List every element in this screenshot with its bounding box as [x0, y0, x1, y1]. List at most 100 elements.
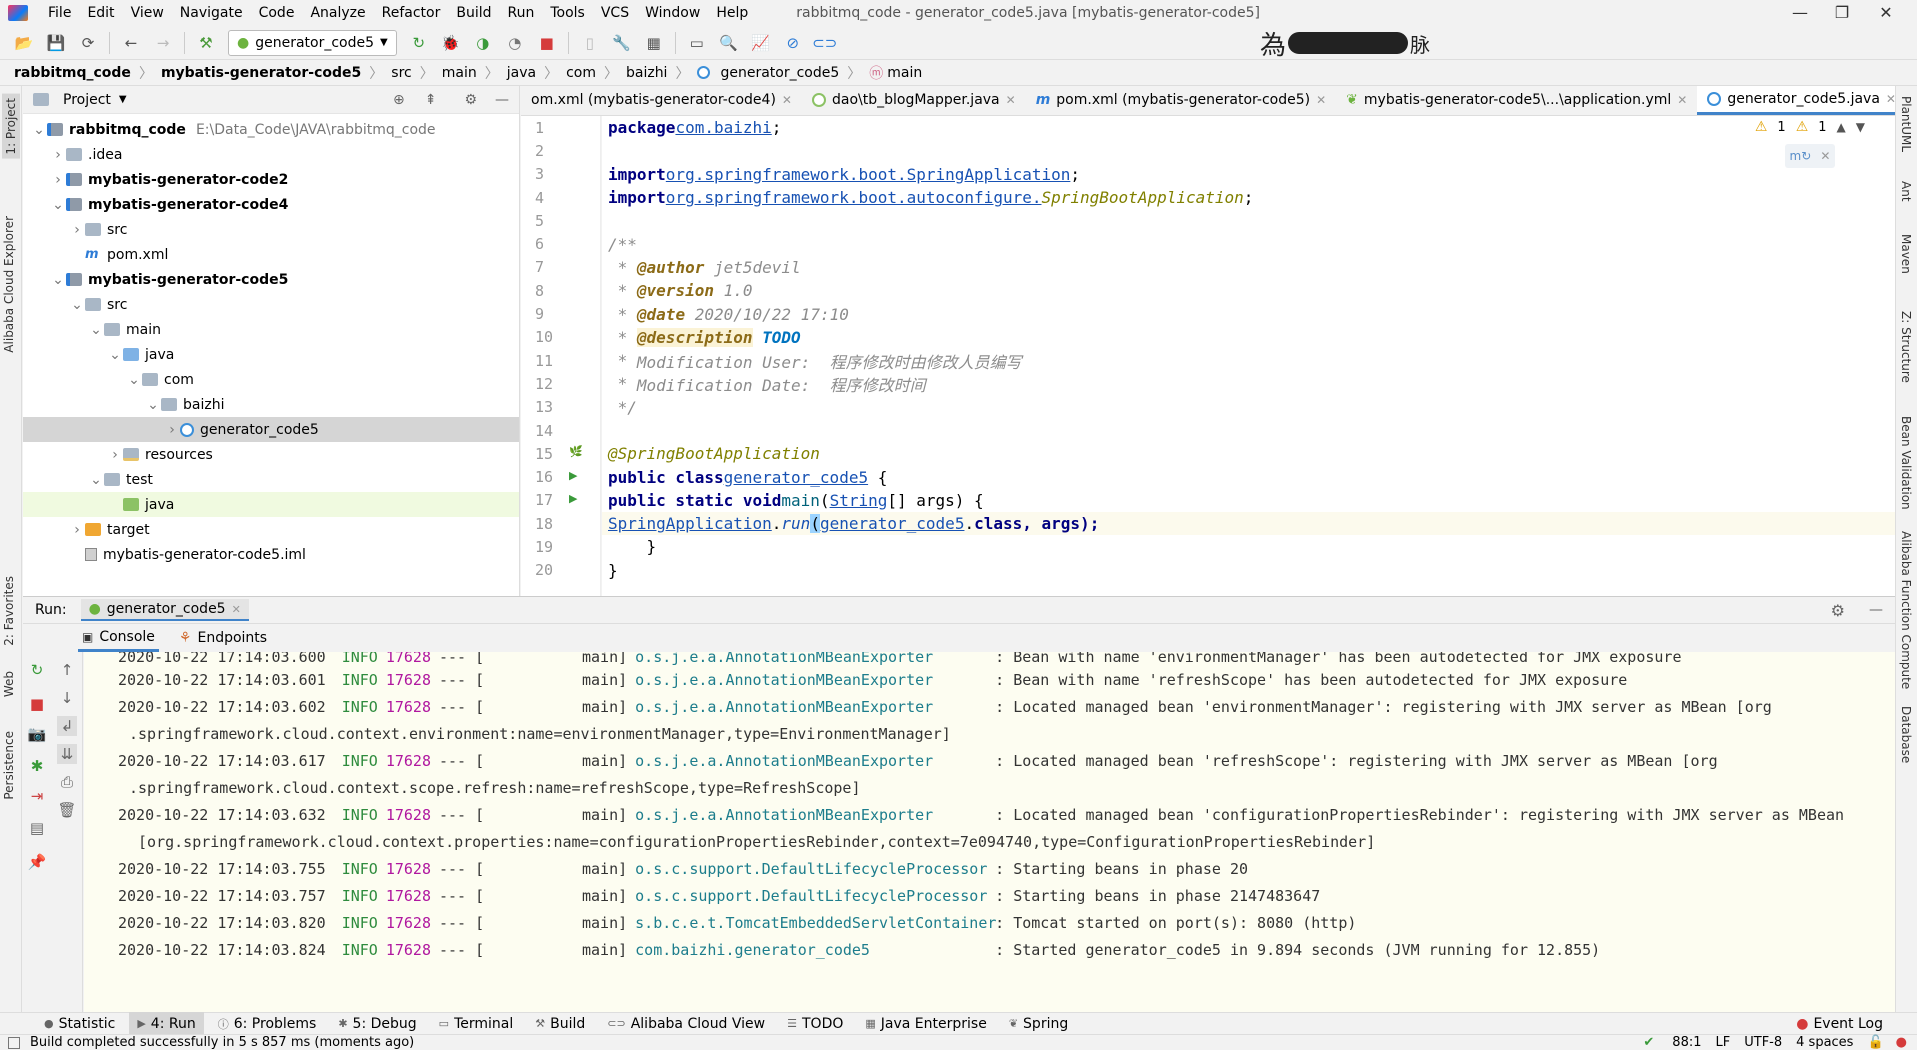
status-square-icon[interactable]: [8, 1036, 20, 1049]
menu-window[interactable]: Window: [637, 5, 708, 21]
breadcrumb-item[interactable]: ⓜ main: [869, 63, 922, 83]
log-logger[interactable]: o.s.j.e.a.AnnotationMBeanExporter: [635, 652, 995, 666]
save-icon[interactable]: 💾: [45, 32, 67, 54]
chevron-down-icon[interactable]: ⌄: [145, 397, 161, 413]
coverage-icon[interactable]: ◑: [472, 32, 494, 54]
soft-wrap-icon[interactable]: ↲: [57, 716, 77, 736]
bottom-tab-debug[interactable]: ✱ 5: Debug: [330, 1012, 424, 1036]
log-logger[interactable]: o.s.j.e.a.AnnotationMBeanExporter: [635, 752, 995, 770]
open-folder-icon[interactable]: 📂: [13, 32, 35, 54]
chevron-down-icon[interactable]: ⌄: [50, 197, 66, 213]
import-path[interactable]: org.springframework.boot.autoconfigure.: [666, 188, 1042, 207]
tool-window-maven[interactable]: Maven: [1899, 234, 1913, 274]
tool-window-project[interactable]: 1: Project: [2, 94, 20, 159]
locate-icon[interactable]: ⊕: [393, 92, 405, 108]
menu-vcs[interactable]: VCS: [593, 5, 637, 21]
tool-window-bean-validation[interactable]: Bean Validation: [1899, 416, 1913, 510]
breadcrumb-item[interactable]: generator_code5: [697, 65, 839, 81]
chevron-right-icon[interactable]: ›: [164, 422, 180, 438]
close-icon[interactable]: ✕: [1866, 3, 1906, 22]
log-logger[interactable]: o.s.c.support.DefaultLifecycleProcessor: [635, 887, 995, 905]
tree-item[interactable]: › target: [23, 517, 519, 542]
error-icon[interactable]: ●: [1896, 1035, 1907, 1050]
log-logger[interactable]: o.s.j.e.a.AnnotationMBeanExporter: [635, 698, 995, 716]
collapse-all-icon[interactable]: ⇞: [425, 92, 437, 108]
layout-icon[interactable]: ▤: [27, 818, 47, 838]
close-icon[interactable]: ✕: [1006, 93, 1016, 107]
chevron-down-icon[interactable]: ▼: [1856, 120, 1865, 134]
close-icon[interactable]: ✕: [1316, 93, 1326, 107]
close-icon[interactable]: ✕: [232, 603, 241, 616]
chevron-down-icon[interactable]: ⌄: [31, 122, 47, 138]
chevron-right-icon[interactable]: ›: [50, 147, 66, 163]
tree-item[interactable]: m pom.xml: [23, 242, 519, 267]
menu-refactor[interactable]: Refactor: [374, 5, 449, 21]
gear-icon[interactable]: ⚙: [1831, 601, 1845, 620]
bottom-tab-spring[interactable]: ❦ Spring: [1001, 1012, 1076, 1036]
close-icon[interactable]: ✕: [782, 93, 792, 107]
log-logger[interactable]: com.baizhi.generator_code5: [635, 941, 995, 959]
debug-icon[interactable]: 🐞: [440, 32, 462, 54]
breadcrumb-item[interactable]: baizhi: [626, 65, 667, 81]
scroll-to-end-icon[interactable]: ⇊: [57, 744, 77, 764]
minimize-icon[interactable]: —: [1780, 3, 1820, 22]
tree-item[interactable]: ⌄ mybatis-generator-code5: [23, 267, 519, 292]
rerun-icon[interactable]: ↻: [27, 660, 47, 680]
chevron-right-icon[interactable]: ›: [50, 172, 66, 188]
event-log-button[interactable]: ● Event Log: [1788, 1012, 1891, 1036]
tree-item[interactable]: ⌄ rabbitmq_code E:\Data_Code\JAVA\rabbitmq…: [23, 117, 519, 142]
tool-window-plantuml[interactable]: PlantUML: [1899, 96, 1913, 152]
close-icon[interactable]: ✕: [1820, 149, 1830, 163]
stop-icon[interactable]: ■: [536, 32, 558, 54]
breadcrumb-item[interactable]: src: [391, 65, 411, 81]
terminal-icon[interactable]: ▭: [686, 32, 708, 54]
tree-item[interactable]: › src: [23, 217, 519, 242]
menu-file[interactable]: File: [40, 5, 79, 21]
run-gutter-icon[interactable]: ▶: [569, 492, 577, 505]
editor-tab[interactable]: m pom.xml (mybatis-generator-code5) ✕: [1026, 86, 1336, 115]
tree-item[interactable]: ⌄ com: [23, 367, 519, 392]
chevron-down-icon[interactable]: ⌄: [69, 297, 85, 313]
class-name[interactable]: generator_code5: [724, 468, 869, 487]
bottom-tab-javaenterprise[interactable]: ▦ Java Enterprise: [857, 1012, 994, 1036]
menu-edit[interactable]: Edit: [79, 5, 122, 21]
caret-position[interactable]: 88:1: [1672, 1035, 1701, 1050]
tab-console[interactable]: ▣ Console: [78, 624, 159, 652]
menu-analyze[interactable]: Analyze: [302, 5, 373, 21]
tool-window-web[interactable]: Web: [2, 671, 16, 697]
lock-icon[interactable]: 🔓: [1867, 1035, 1883, 1050]
down-arrow-icon[interactable]: ↓: [57, 688, 77, 708]
debug-icon[interactable]: ✱: [27, 756, 47, 776]
chart-icon[interactable]: 📈: [750, 32, 772, 54]
menu-tools[interactable]: Tools: [542, 5, 593, 21]
chevron-right-icon[interactable]: ›: [69, 222, 85, 238]
build-hammer-icon[interactable]: ⚒: [195, 32, 217, 54]
gear-icon[interactable]: ⚙: [464, 92, 477, 108]
import-path[interactable]: org.springframework.boot.SpringApplicati…: [666, 165, 1071, 184]
breadcrumb-item[interactable]: java: [507, 65, 536, 81]
exit-icon[interactable]: ⇥: [27, 786, 47, 806]
class-reference[interactable]: SpringApplication: [608, 514, 772, 533]
close-icon[interactable]: ✕: [1886, 92, 1895, 106]
breadcrumb-item[interactable]: com: [566, 65, 596, 81]
tree-item[interactable]: mybatis-generator-code5.iml: [23, 542, 519, 567]
import-class[interactable]: SpringBootApplication: [1041, 188, 1243, 207]
maven-reload-popup[interactable]: m↻ ✕: [1785, 144, 1835, 168]
line-separator[interactable]: LF: [1716, 1035, 1731, 1050]
editor-tab[interactable]: generator_code5.java ✕: [1697, 86, 1895, 115]
menu-code[interactable]: Code: [251, 5, 303, 21]
project-structure-icon[interactable]: ▦: [643, 32, 665, 54]
breadcrumb-item[interactable]: main: [442, 65, 477, 81]
print-icon[interactable]: ⎙: [57, 772, 77, 792]
tree-item[interactable]: ⌄ java: [23, 342, 519, 367]
type-name[interactable]: String: [830, 491, 888, 510]
chevron-down-icon[interactable]: ⌄: [126, 372, 142, 388]
log-logger[interactable]: s.b.c.e.t.TomcatEmbeddedServletContainer: [635, 914, 996, 932]
bottom-tab-build[interactable]: ⚒ Build: [527, 1012, 593, 1036]
hide-panel-icon[interactable]: —: [495, 92, 509, 108]
alibaba-cloud-icon[interactable]: ⊂⊃: [812, 32, 837, 54]
tool-window-alibaba-function-compute[interactable]: Alibaba Function Compute: [1899, 531, 1913, 689]
file-encoding[interactable]: UTF-8: [1744, 1035, 1782, 1050]
tool-window-database[interactable]: Database: [1899, 706, 1913, 763]
menu-help[interactable]: Help: [708, 5, 756, 21]
